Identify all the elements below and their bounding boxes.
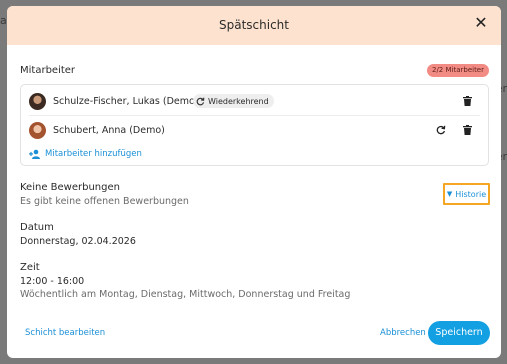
close-icon: ✕ <box>474 13 488 32</box>
date-label: Datum <box>20 222 54 233</box>
time-value: 12:00 - 16:00 <box>20 276 85 287</box>
recurrence-text: Wöchentlich am Montag, Dienstag, Mittwoc… <box>20 289 351 300</box>
add-staff-label: Mitarbeiter hinzufügen <box>45 149 142 159</box>
history-toggle[interactable]: ▼ Historie <box>443 183 490 205</box>
staff-name: Schulze-Fischer, Lukas (Demo) <box>53 96 199 107</box>
caret-down-icon: ▼ <box>446 190 453 198</box>
row-divider <box>29 115 480 116</box>
dialog-title: Spätschicht <box>219 18 289 32</box>
save-button[interactable]: Speichern <box>428 321 490 345</box>
staff-row: Schubert, Anna (Demo) <box>29 121 480 141</box>
cancel-button[interactable]: Abbrechen <box>380 328 426 338</box>
dialog-header: Spätschicht ✕ <box>7 6 501 45</box>
recurring-tag: Wiederkehrend <box>193 94 274 108</box>
trash-icon[interactable] <box>463 125 472 135</box>
close-button[interactable]: ✕ <box>473 15 489 31</box>
staff-section-label: Mitarbeiter <box>20 65 76 76</box>
time-label: Zeit <box>20 262 40 273</box>
date-value: Donnerstag, 02.04.2026 <box>20 236 136 247</box>
recurring-tag-label: Wiederkehrend <box>208 96 269 106</box>
add-staff-button[interactable]: Mitarbeiter hinzufügen <box>29 148 142 160</box>
shift-dialog: Spätschicht ✕ Mitarbeiter 2/2 Mitarbeite… <box>7 6 501 358</box>
history-label: Historie <box>455 189 487 199</box>
applications-title: Keine Bewerbungen <box>20 182 120 193</box>
refresh-icon <box>196 97 205 105</box>
avatar <box>29 93 46 110</box>
applications-subtitle: Es gibt keine offenen Bewerbungen <box>20 196 189 207</box>
refresh-icon[interactable] <box>436 125 446 135</box>
staff-row: Schulze-Fischer, Lukas (Demo) Wiederkehr… <box>29 92 480 112</box>
add-user-icon <box>29 149 40 159</box>
trash-icon[interactable] <box>463 96 472 106</box>
staff-list: Schulze-Fischer, Lukas (Demo) Wiederkehr… <box>20 84 489 166</box>
edit-shift-link[interactable]: Schicht bearbeiten <box>25 328 105 338</box>
avatar <box>29 122 46 139</box>
staff-count-badge: 2/2 Mitarbeiter <box>426 64 489 77</box>
staff-name: Schubert, Anna (Demo) <box>53 125 165 136</box>
